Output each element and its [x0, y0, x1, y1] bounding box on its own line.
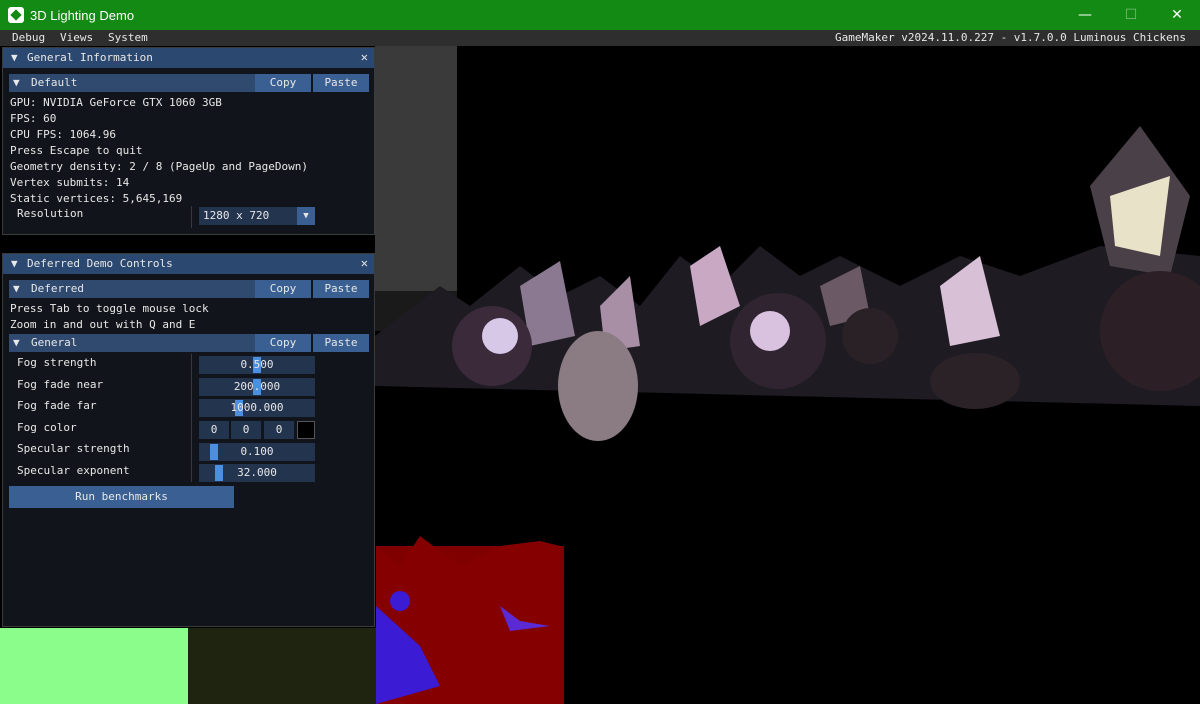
- collapse-triangle-icon[interactable]: ▼: [11, 51, 18, 64]
- resolution-label: Resolution: [17, 207, 84, 220]
- chevron-down-icon[interactable]: ▼: [297, 207, 315, 225]
- specular-exponent-slider[interactable]: 32.000: [199, 464, 315, 482]
- slider-grab[interactable]: [209, 444, 218, 460]
- collapse-triangle-icon[interactable]: ▼: [11, 257, 18, 270]
- vertex-submits-info: Vertex submits: 14: [10, 176, 130, 189]
- gpu-info: GPU: NVIDIA GeForce GTX 1060 3GB: [10, 96, 222, 109]
- collapse-triangle-icon: ▼: [13, 336, 20, 349]
- fog-color-g[interactable]: 0: [231, 421, 261, 439]
- fog-fade-far-label: Fog fade far: [17, 399, 97, 412]
- version-label: GameMaker v2024.11.0.227 - v1.7.0.0 Lumi…: [835, 31, 1186, 44]
- copy-button[interactable]: Copy: [255, 280, 311, 298]
- paste-button[interactable]: Paste: [313, 74, 369, 92]
- close-icon[interactable]: ✕: [361, 256, 368, 270]
- fog-color-swatch[interactable]: [297, 421, 315, 439]
- slider-grab[interactable]: [215, 465, 224, 481]
- deferred-controls-panel: ▼ Deferred Demo Controls ✕ ▼ Deferred Co…: [2, 253, 375, 627]
- resolution-value: 1280 x 720: [203, 209, 270, 222]
- menu-debug[interactable]: Debug: [12, 30, 45, 46]
- section-header-general[interactable]: ▼ General: [9, 334, 255, 352]
- minimize-button[interactable]: —: [1062, 0, 1108, 30]
- tab-hint: Press Tab to toggle mouse lock: [10, 302, 209, 315]
- copy-button[interactable]: Copy: [255, 74, 311, 92]
- geometry-density-info: Geometry density: 2 / 8 (PageUp and Page…: [10, 160, 309, 173]
- maximize-button[interactable]: ☐: [1108, 0, 1154, 30]
- close-button[interactable]: ✕: [1154, 0, 1200, 30]
- window-title: 3D Lighting Demo: [30, 8, 135, 23]
- resolution-dropdown[interactable]: 1280 x 720 ▼: [199, 207, 315, 225]
- gamemaker-icon: [8, 7, 24, 23]
- fog-strength-slider[interactable]: 0.500: [199, 356, 315, 374]
- run-benchmarks-button[interactable]: Run benchmarks: [9, 486, 234, 508]
- fog-color-r[interactable]: 0: [199, 421, 229, 439]
- copy-button[interactable]: Copy: [255, 334, 311, 352]
- zoom-hint: Zoom in and out with Q and E: [10, 318, 196, 331]
- fog-fade-near-label: Fog fade near: [17, 378, 104, 391]
- deferred-controls-panel-header[interactable]: ▼ Deferred Demo Controls ✕: [3, 254, 374, 274]
- specular-strength-label: Specular strength: [17, 442, 130, 455]
- section-header-deferred[interactable]: ▼ Deferred: [9, 280, 255, 298]
- static-vertices-info: Static vertices: 5,645,169: [10, 192, 183, 205]
- fog-fade-far-slider[interactable]: 1000.000: [199, 399, 315, 417]
- collapse-triangle-icon: ▼: [13, 282, 20, 295]
- escape-hint: Press Escape to quit: [10, 144, 143, 157]
- general-info-panel-header[interactable]: ▼ General Information ✕: [3, 48, 374, 68]
- window-titlebar: 3D Lighting Demo — ☐ ✕: [0, 0, 1200, 30]
- fog-color-b[interactable]: 0: [264, 421, 294, 439]
- fog-strength-label: Fog strength: [17, 356, 97, 369]
- fog-color-label: Fog color: [17, 421, 77, 434]
- debug-menubar: Debug Views System GameMaker v2024.11.0.…: [0, 30, 1200, 46]
- collapse-triangle-icon: ▼: [13, 76, 20, 89]
- paste-button[interactable]: Paste: [313, 280, 369, 298]
- menu-system[interactable]: System: [108, 30, 148, 46]
- specular-strength-slider[interactable]: 0.100: [199, 443, 315, 461]
- panel-title: Deferred Demo Controls: [27, 257, 173, 270]
- specular-exponent-label: Specular exponent: [17, 464, 130, 477]
- fog-fade-near-slider[interactable]: 200.000: [199, 378, 315, 396]
- general-info-panel: ▼ General Information ✕ ▼ Default Copy P…: [2, 47, 375, 235]
- menu-views[interactable]: Views: [60, 30, 93, 46]
- panel-title: General Information: [27, 51, 153, 64]
- close-icon[interactable]: ✕: [361, 50, 368, 64]
- paste-button[interactable]: Paste: [313, 334, 369, 352]
- section-header-default[interactable]: ▼ Default: [9, 74, 255, 92]
- fps-info: FPS: 60: [10, 112, 57, 125]
- cpu-fps-info: CPU FPS: 1064.96: [10, 128, 116, 141]
